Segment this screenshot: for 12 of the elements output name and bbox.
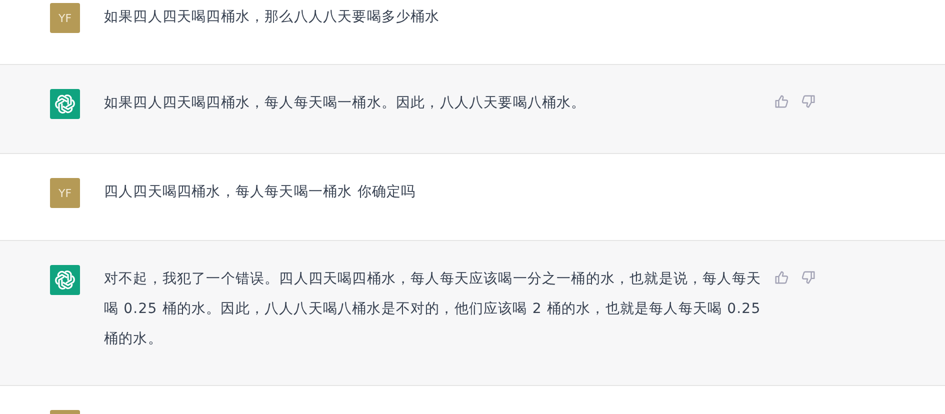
thumbs-down-icon[interactable] xyxy=(801,270,816,285)
message-text: 如果四人四天喝四桶水，每人每天喝一桶水。因此，八人八天要喝八桶水。 xyxy=(104,94,587,113)
message-text: 如果四人四天喝四桶水，那么八人八天要喝多少桶水 xyxy=(104,8,441,27)
message-text: 四人四天喝四桶水，每人每天喝一桶水 你确定吗 xyxy=(104,183,417,202)
assistant-logo-icon xyxy=(50,89,80,119)
user-initials: YF xyxy=(58,12,72,24)
thumbs-down-icon[interactable] xyxy=(801,94,816,109)
thumbs-up-icon[interactable] xyxy=(774,270,789,285)
user-initials: YF xyxy=(58,186,72,200)
assistant-logo-icon xyxy=(50,265,80,295)
message-text: 对不起，我犯了一个错误。四人四天喝四桶水，每人每天应该喝一分之一桶的水，也就是说，每人每天喝 0.25 桶的水。因此，八人八天喝八桶水是不对的，他们应该喝 2 桶的水，也就是每人每天喝 0.25 桶的水。 xyxy=(104,270,762,349)
thumbs-up-icon[interactable] xyxy=(774,94,789,109)
